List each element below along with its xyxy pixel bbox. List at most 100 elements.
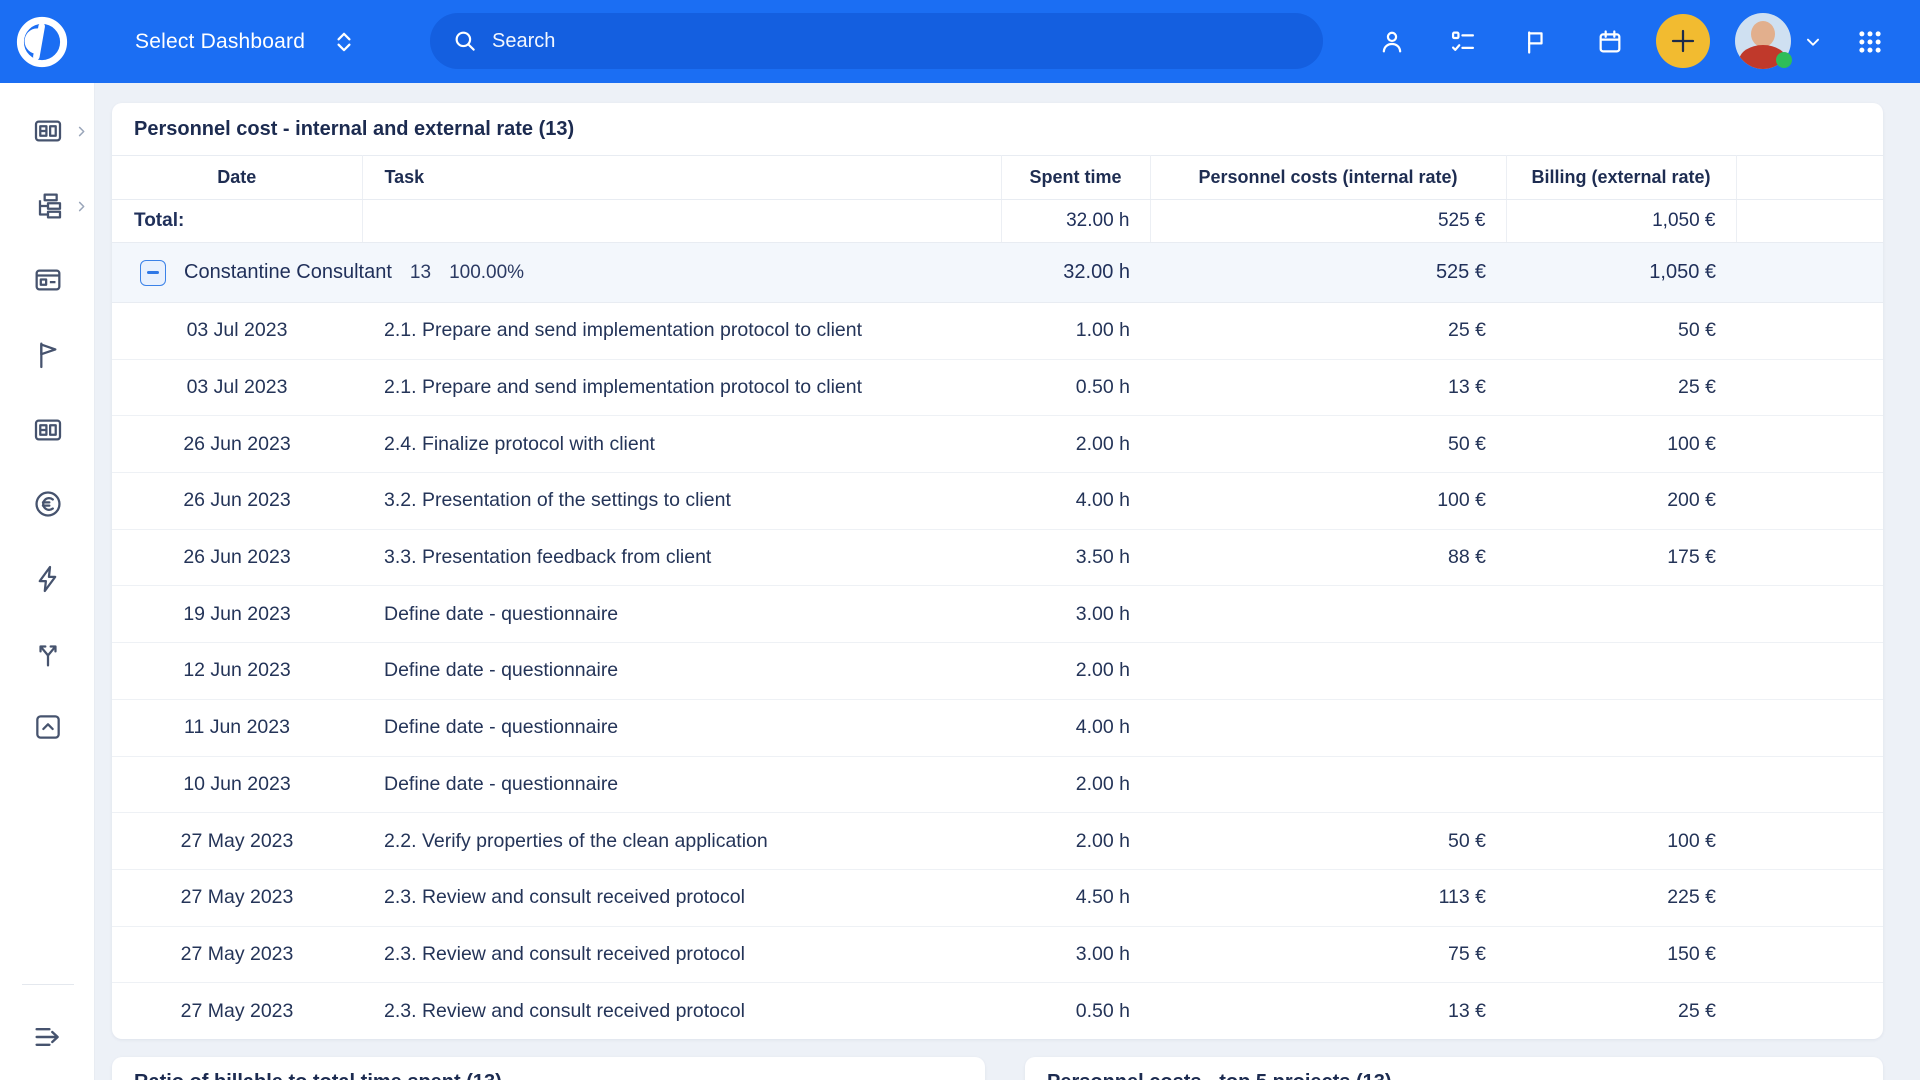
column-header-internal-rate[interactable]: Personnel costs (internal rate) [1150, 156, 1506, 200]
row-internal-cost: 50 € [1150, 416, 1506, 473]
table-row[interactable]: 10 Jun 2023 Define date - questionnaire … [112, 756, 1883, 813]
sidebar-item-quick-actions[interactable] [0, 557, 95, 601]
row-billing [1506, 643, 1736, 700]
online-status-dot [1776, 52, 1792, 68]
search-input[interactable] [492, 30, 1313, 53]
column-header-external-rate[interactable]: Billing (external rate) [1506, 156, 1736, 200]
logo-icon [14, 14, 70, 70]
app-logo[interactable] [0, 0, 83, 83]
apps-grid-icon[interactable] [1853, 0, 1887, 83]
avatar-chevron-down-icon[interactable] [1796, 0, 1830, 83]
sidebar-item-workflow[interactable] [0, 632, 95, 676]
dashboard-icon [32, 115, 64, 147]
group-entry-count: 13 [410, 262, 431, 284]
row-spent-time: 1.00 h [1001, 303, 1150, 360]
row-date: 03 Jul 2023 [112, 359, 362, 416]
sidebar-divider [22, 984, 74, 985]
sidebar-caret-project-tree[interactable] [74, 184, 92, 228]
row-task: 2.1. Prepare and send implementation pro… [362, 303, 1001, 360]
search-bar[interactable] [430, 13, 1323, 69]
table-row[interactable]: 19 Jun 2023 Define date - questionnaire … [112, 586, 1883, 643]
group-spent-time: 32.00 h [1001, 243, 1150, 303]
row-task: 2.2. Verify properties of the clean appl… [362, 813, 1001, 870]
row-spent-time: 2.00 h [1001, 813, 1150, 870]
group-row-consultant: Constantine Consultant 13 100.00% 32.00 … [112, 243, 1883, 303]
flag-icon[interactable] [1518, 0, 1552, 83]
calendar-icon[interactable] [1593, 0, 1627, 83]
table-row[interactable]: 26 Jun 2023 3.3. Presentation feedback f… [112, 529, 1883, 586]
row-internal-cost: 75 € [1150, 926, 1506, 983]
table-row[interactable]: 26 Jun 2023 3.2. Presentation of the set… [112, 473, 1883, 530]
row-task: Define date - questionnaire [362, 699, 1001, 756]
column-header-task[interactable]: Task [362, 156, 1001, 200]
collapse-group-button[interactable] [140, 260, 166, 286]
sidebar-item-milestone-flag[interactable] [0, 333, 95, 377]
row-billing: 150 € [1506, 926, 1736, 983]
expand-menu-icon [31, 1020, 65, 1054]
row-date: 26 Jun 2023 [112, 473, 362, 530]
row-billing: 50 € [1506, 303, 1736, 360]
sidebar-item-browser-card[interactable] [0, 258, 95, 302]
row-internal-cost: 13 € [1150, 359, 1506, 416]
row-spent-time: 4.50 h [1001, 869, 1150, 926]
pennant-flag-icon [32, 339, 64, 371]
row-task: 2.1. Prepare and send implementation pro… [362, 359, 1001, 416]
row-billing [1506, 756, 1736, 813]
table-row[interactable]: 12 Jun 2023 Define date - questionnaire … [112, 643, 1883, 700]
personnel-cost-table: Date Task Spent time Personnel costs (in… [112, 155, 1883, 1039]
row-spent-time: 0.50 h [1001, 359, 1150, 416]
row-billing: 200 € [1506, 473, 1736, 530]
column-header-date[interactable]: Date [112, 156, 362, 200]
table-row[interactable]: 27 May 2023 2.2. Verify properties of th… [112, 813, 1883, 870]
table-row[interactable]: 11 Jun 2023 Define date - questionnaire … [112, 699, 1883, 756]
table-row[interactable]: 27 May 2023 2.3. Review and consult rece… [112, 926, 1883, 983]
row-task: 3.3. Presentation feedback from client [362, 529, 1001, 586]
row-billing: 225 € [1506, 869, 1736, 926]
sidebar-expand-menu[interactable] [0, 1015, 95, 1059]
row-date: 11 Jun 2023 [112, 699, 362, 756]
row-internal-cost [1150, 756, 1506, 813]
row-internal-cost: 50 € [1150, 813, 1506, 870]
row-task: 2.3. Review and consult received protoco… [362, 983, 1001, 1039]
box-chevron-up-icon [32, 711, 64, 743]
table-row[interactable]: 03 Jul 2023 2.1. Prepare and send implem… [112, 359, 1883, 416]
row-internal-cost [1150, 586, 1506, 643]
row-spent-time: 2.00 h [1001, 416, 1150, 473]
row-spent-time: 4.00 h [1001, 473, 1150, 530]
table-row[interactable]: 26 Jun 2023 2.4. Finalize protocol with … [112, 416, 1883, 473]
row-billing: 100 € [1506, 416, 1736, 473]
top-projects-card: Personnel costs - top 5 projects (13) [1025, 1057, 1883, 1080]
table-row[interactable]: 03 Jul 2023 2.1. Prepare and send implem… [112, 303, 1883, 360]
dashboard-selector-label: Select Dashboard [135, 30, 305, 54]
user-icon[interactable] [1375, 0, 1409, 83]
ratio-billable-card-title: Ratio of billable to total time spent (1… [134, 1071, 963, 1080]
sidebar-item-archive[interactable] [0, 705, 95, 749]
table-row[interactable]: 27 May 2023 2.3. Review and consult rece… [112, 869, 1883, 926]
sidebar-item-panel[interactable] [0, 408, 95, 452]
row-internal-cost: 25 € [1150, 303, 1506, 360]
row-task: 2.4. Finalize protocol with client [362, 416, 1001, 473]
left-sidebar [0, 83, 95, 1080]
panel-icon [32, 414, 64, 446]
search-icon [452, 28, 478, 54]
column-header-spent-time[interactable]: Spent time [1001, 156, 1150, 200]
project-tree-icon [32, 190, 64, 222]
row-date: 27 May 2023 [112, 983, 362, 1039]
sidebar-item-money[interactable] [0, 482, 95, 526]
row-spent-time: 0.50 h [1001, 983, 1150, 1039]
table-header-row: Date Task Spent time Personnel costs (in… [112, 156, 1883, 200]
euro-icon [32, 488, 64, 520]
sidebar-caret-dashboard[interactable] [74, 109, 92, 153]
add-new-button[interactable] [1656, 14, 1710, 68]
personnel-cost-card-title: Personnel cost - internal and external r… [112, 103, 1883, 155]
row-spent-time: 4.00 h [1001, 699, 1150, 756]
table-row[interactable]: 27 May 2023 2.3. Review and consult rece… [112, 983, 1883, 1039]
tasks-checklist-icon[interactable] [1446, 0, 1480, 83]
group-empty [1736, 243, 1883, 303]
group-internal-cost: 525 € [1150, 243, 1506, 303]
top-projects-card-title: Personnel costs - top 5 projects (13) [1047, 1071, 1861, 1080]
row-task: 3.2. Presentation of the settings to cli… [362, 473, 1001, 530]
group-user-name[interactable]: Constantine Consultant [184, 261, 392, 284]
dashboard-selector[interactable]: Select Dashboard [135, 0, 357, 83]
minus-icon [147, 271, 159, 274]
